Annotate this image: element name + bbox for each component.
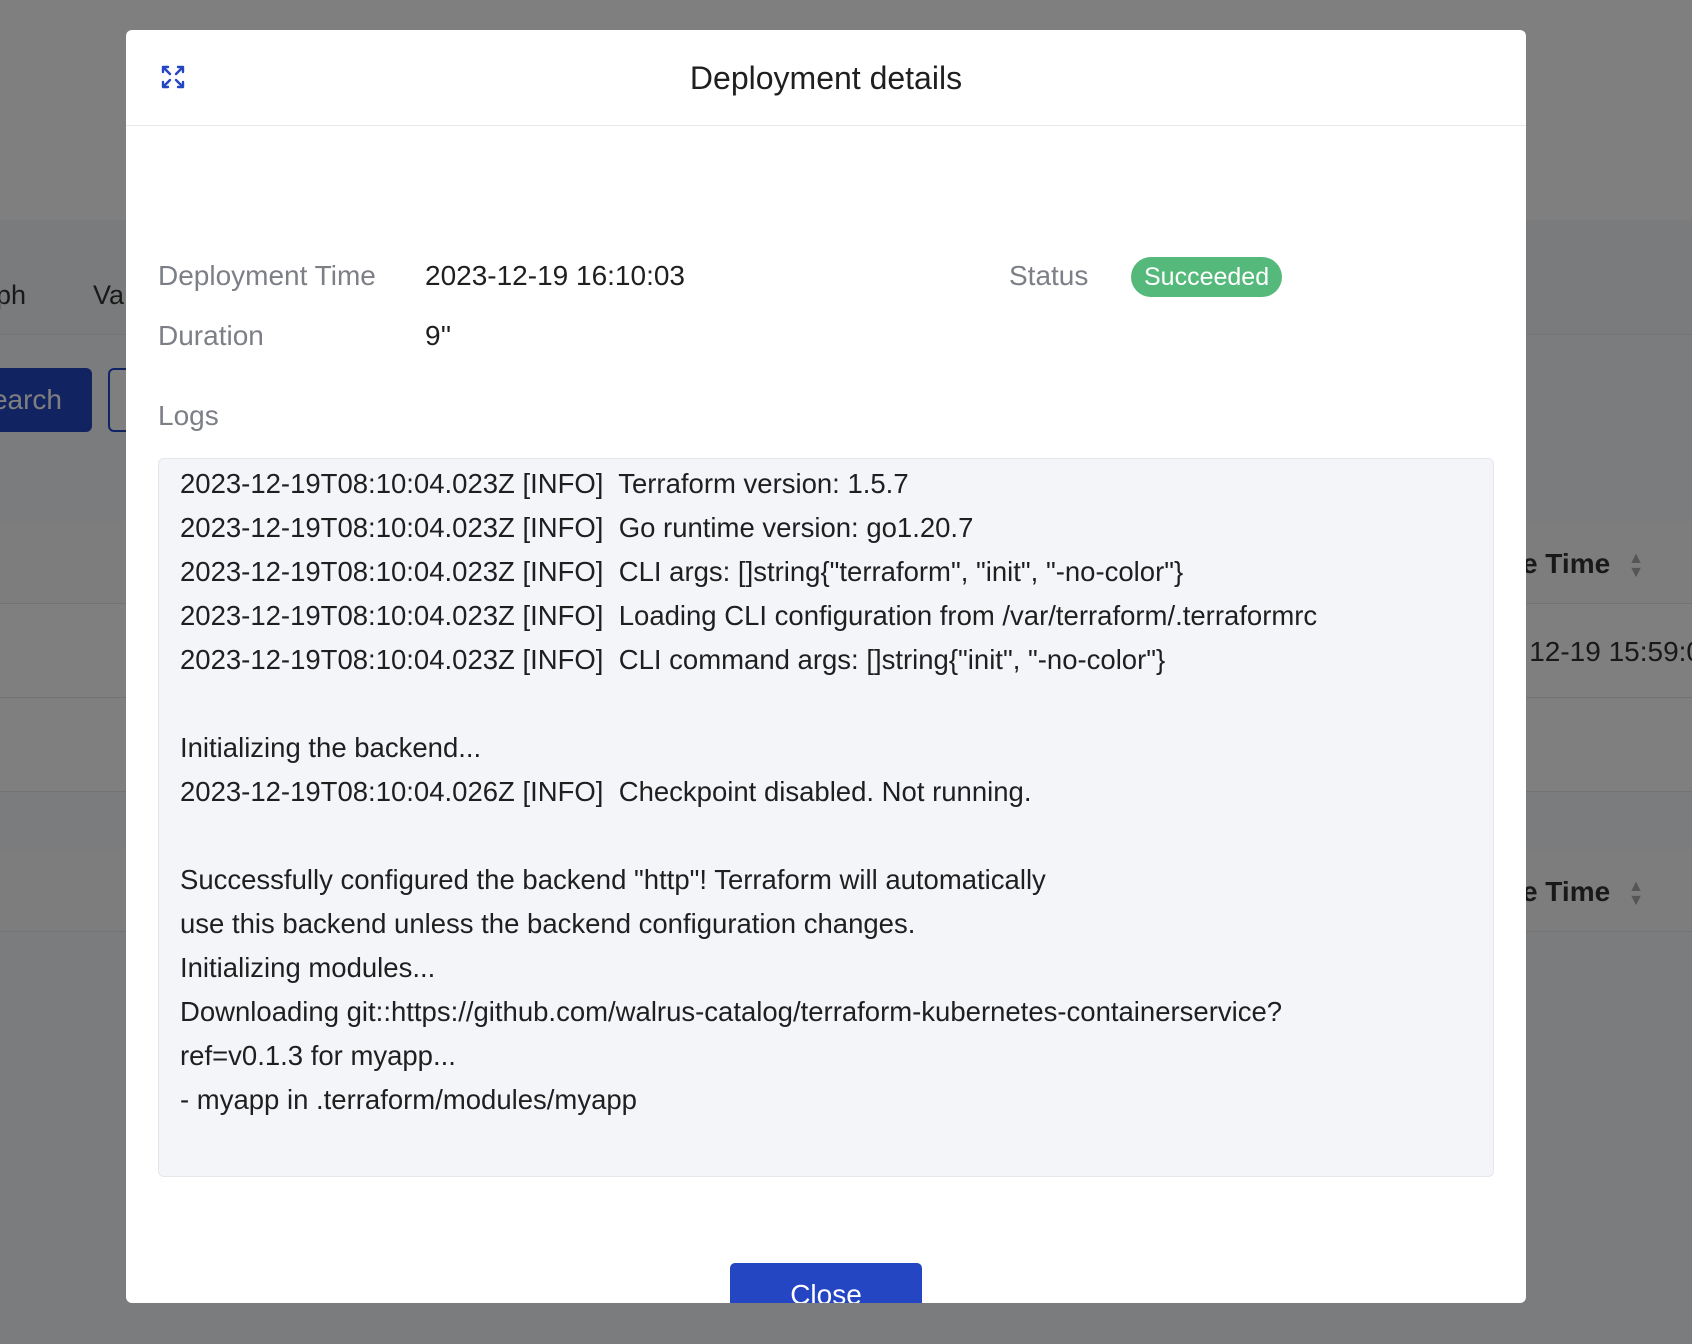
log-line: 2023-12-19T08:10:04.023Z [INFO] Loading … [180,600,1318,631]
duration-value: 9'' [425,320,452,351]
status-label: Status [1009,260,1089,291]
modal-header: Deployment details [126,30,1526,126]
log-line: 2023-12-19T08:10:04.026Z [INFO] Checkpoi… [180,776,1032,807]
log-line: - myapp in .terraform/modules/myapp [180,1084,637,1115]
log-line: Initializing provider plugins... [180,1166,1472,1176]
logs-viewer[interactable]: 2023-12-19T08:10:04.023Z [INFO] Terrafor… [158,458,1494,1177]
deployment-time-label: Deployment Time [158,260,376,291]
logs-label: Logs [158,400,219,431]
log-line: Initializing modules... [180,952,436,983]
log-line: 2023-12-19T08:10:04.023Z [INFO] Go runti… [180,512,974,543]
modal-title: Deployment details [689,60,963,96]
close-button[interactable]: Close [730,1263,922,1303]
status-badge: Succeeded [1131,257,1283,297]
log-line: ref=v0.1.3 for myapp... [180,1040,456,1071]
log-line: Downloading git::https://github.com/walr… [180,996,1283,1027]
duration-label: Duration [158,320,264,351]
expand-icon[interactable] [160,64,186,90]
log-line: 2023-12-19T08:10:04.023Z [INFO] Terrafor… [180,468,909,499]
deployment-details-modal: Deployment details Deployment Time 2023-… [126,30,1526,1303]
log-line: use this backend unless the backend conf… [180,908,916,939]
log-line: Successfully configured the backend "htt… [180,864,1046,895]
log-line: 2023-12-19T08:10:04.023Z [INFO] CLI args… [180,556,1184,587]
log-line: 2023-12-19T08:10:04.023Z [INFO] CLI comm… [180,644,1166,675]
deployment-time-value: 2023-12-19 16:10:03 [425,260,685,291]
log-line: Initializing the backend... [180,732,482,763]
